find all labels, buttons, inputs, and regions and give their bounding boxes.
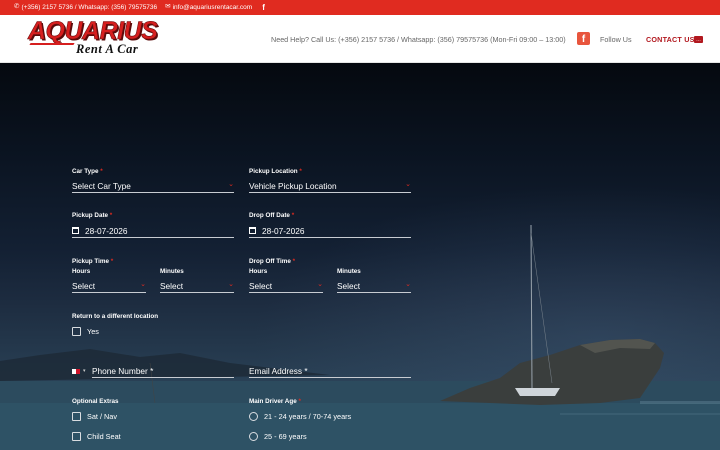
pickup-time-label: Pickup Time *: [72, 258, 113, 265]
chevron-down-icon: ⌄: [405, 281, 411, 288]
car-type-label: Car Type *: [72, 168, 103, 175]
satnav-checkbox[interactable]: [72, 412, 81, 421]
pickup-location-select[interactable]: Vehicle Pickup Location ⌄: [249, 179, 411, 193]
required-mark: *: [100, 168, 103, 175]
car-type-select[interactable]: Select Car Type ⌄: [72, 179, 234, 193]
pickup-hours-select[interactable]: Select ⌄: [72, 279, 146, 293]
pickup-hours-value: Select: [72, 280, 96, 291]
dropoff-date-label-text: Drop Off Date: [249, 212, 290, 219]
driver-age-option-2: 25 - 69 years: [264, 432, 307, 441]
dropoff-hours-value: Select: [249, 280, 273, 291]
pickup-date-label-text: Pickup Date: [72, 212, 109, 219]
required-mark: *: [292, 258, 296, 265]
topbar-phone[interactable]: ✆ (+356) 2157 5736 / Whatsapp: (356) 795…: [14, 4, 157, 11]
email-input[interactable]: Email Address *: [249, 364, 411, 378]
dropoff-hours-select[interactable]: Select ⌄: [249, 279, 323, 293]
help-text: Need Help? Call Us: (+356) 2157 5736 / W…: [271, 35, 566, 44]
phone-placeholder: Phone Number *: [92, 365, 154, 376]
chat-icon[interactable]: …: [694, 36, 703, 43]
logo-main-text: AQUARIUS: [28, 17, 158, 45]
malta-flag-icon: [72, 368, 80, 374]
satnav-option: Sat / Nav: [87, 412, 118, 421]
car-type-value: Select Car Type: [72, 180, 131, 191]
site-header: AQUARIUS Rent A Car Need Help? Call Us: …: [0, 15, 720, 63]
pickup-minutes-label: Minutes: [160, 268, 184, 275]
return-location-label: Return to a different location: [72, 313, 159, 320]
dropoff-date-label: Drop Off Date *: [249, 212, 294, 219]
top-bar: ✆ (+356) 2157 5736 / Whatsapp: (356) 795…: [0, 0, 720, 15]
dropoff-minutes-select[interactable]: Select ⌄: [337, 279, 411, 293]
return-location-option: Yes: [87, 327, 99, 336]
facebook-icon[interactable]: f: [262, 3, 265, 12]
pickup-minutes-select[interactable]: Select ⌄: [160, 279, 234, 293]
contact-us-link[interactable]: CONTACT US: [646, 35, 695, 44]
chevron-down-icon: ⌄: [228, 181, 234, 188]
chevron-down-icon: ⌄: [317, 281, 323, 288]
follow-us-link[interactable]: Follow Us: [600, 35, 632, 44]
required-mark: *: [110, 258, 114, 265]
child-seat-checkbox[interactable]: [72, 432, 81, 441]
optional-extras-label: Optional Extras: [72, 398, 119, 405]
chevron-down-icon: ⌄: [140, 281, 146, 288]
calendar-icon: [72, 227, 79, 234]
car-type-label-text: Car Type: [72, 168, 99, 175]
pickup-location-value: Vehicle Pickup Location: [249, 180, 337, 191]
pickup-time-label-text: Pickup Time: [72, 258, 109, 265]
logo-sub-text: Rent A Car: [76, 42, 139, 56]
topbar-email-text: info@aquariusrentacar.com: [172, 4, 253, 11]
envelope-icon: ✉: [165, 3, 171, 11]
email-placeholder: Email Address *: [249, 365, 308, 376]
required-mark: *: [298, 398, 301, 405]
phone-icon: ✆: [14, 3, 20, 11]
driver-age-radio-1[interactable]: [249, 412, 258, 421]
child-seat-option: Child Seat: [87, 432, 121, 441]
chevron-down-icon: ⌄: [228, 281, 234, 288]
driver-age-radio-2[interactable]: [249, 432, 258, 441]
chevron-down-icon: ▾: [83, 368, 86, 374]
return-location-checkbox[interactable]: [72, 327, 81, 336]
driver-age-label: Main Driver Age *: [249, 398, 301, 405]
pickup-location-label: Pickup Location *: [249, 168, 302, 175]
dropoff-hours-label: Hours: [249, 268, 268, 275]
pickup-hours-label: Hours: [72, 268, 91, 275]
dropoff-minutes-value: Select: [337, 280, 361, 291]
logo[interactable]: AQUARIUS Rent A Car: [28, 17, 174, 59]
pickup-date-value: 28-07-2026: [85, 225, 128, 236]
pickup-minutes-value: Select: [160, 280, 184, 291]
driver-age-option-1: 21 - 24 years / 70-74 years: [264, 412, 352, 421]
topbar-email[interactable]: ✉ info@aquariusrentacar.com: [165, 4, 252, 11]
calendar-icon: [249, 227, 256, 234]
hero-background: [0, 63, 720, 450]
chevron-down-icon: ⌄: [405, 181, 411, 188]
dropoff-date-input[interactable]: 28-07-2026: [249, 224, 411, 238]
pickup-location-label-text: Pickup Location: [249, 168, 298, 175]
required-mark: *: [291, 212, 295, 219]
required-mark: *: [109, 212, 113, 219]
dropoff-date-value: 28-07-2026: [262, 225, 305, 236]
pickup-date-input[interactable]: 28-07-2026: [72, 224, 234, 238]
logo-swoosh: [29, 43, 75, 45]
driver-age-label-text: Main Driver Age: [249, 398, 297, 405]
pickup-date-label: Pickup Date *: [72, 212, 112, 219]
dropoff-time-label-text: Drop Off Time: [249, 258, 291, 265]
phone-input[interactable]: Phone Number *: [92, 364, 234, 378]
required-mark: *: [299, 168, 302, 175]
dropoff-time-label: Drop Off Time *: [249, 258, 295, 265]
seascape-illustration: [0, 224, 720, 450]
dropoff-minutes-label: Minutes: [337, 268, 361, 275]
facebook-icon[interactable]: f: [577, 32, 590, 45]
topbar-phone-text: (+356) 2157 5736 / Whatsapp: (356) 79575…: [21, 4, 158, 11]
